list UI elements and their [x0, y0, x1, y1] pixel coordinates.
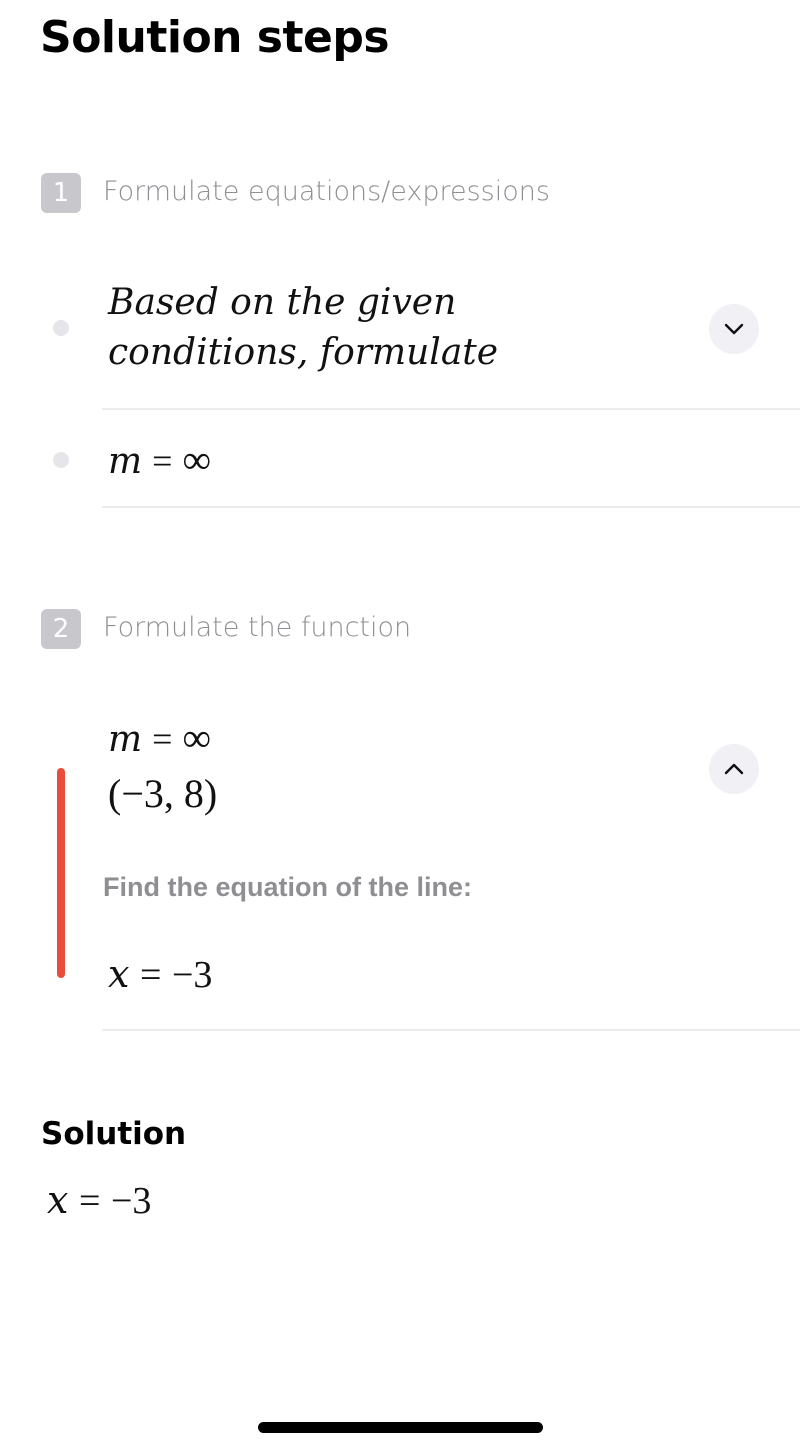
description-line-1: Based on the given: [108, 282, 457, 323]
chevron-up-icon: [724, 763, 744, 775]
collapse-button[interactable]: [709, 744, 759, 794]
expr-lhs: m: [108, 441, 143, 482]
step-title: Formulate equations/expressions: [103, 176, 550, 207]
active-step-indicator: [57, 768, 65, 978]
expr-lhs: x: [108, 952, 130, 996]
find-equation-label: Find the equation of the line:: [103, 872, 472, 902]
expr-op: =: [152, 719, 173, 759]
divider: [102, 408, 800, 410]
expr-op: =: [152, 441, 173, 481]
bullet-dot: [53, 320, 69, 336]
solution-heading: Solution: [41, 1116, 187, 1152]
math-expression: m = ∞: [108, 436, 211, 483]
description-line-2: conditions, formulate: [108, 332, 499, 373]
expr-rhs: −3: [111, 1180, 152, 1222]
divider: [102, 1029, 800, 1031]
expr-rhs: ∞: [182, 437, 211, 482]
home-indicator[interactable]: [258, 1422, 543, 1433]
expr-lhs: m: [108, 719, 143, 760]
step-description: Based on the given conditions, formulate: [108, 278, 498, 378]
step-title: Formulate the function: [103, 612, 412, 643]
expr-rhs: −3: [172, 954, 213, 996]
expr-op: =: [79, 1180, 101, 1222]
expr-op: =: [140, 954, 162, 996]
bullet-dot: [53, 452, 69, 468]
step-number-badge: 1: [41, 173, 81, 213]
step-number-badge: 2: [41, 609, 81, 649]
math-expression: x = −3: [108, 952, 212, 997]
point-coordinates: (−3, 8): [108, 771, 218, 816]
page-title: Solution steps: [40, 12, 390, 63]
math-expression: m = ∞: [108, 714, 211, 761]
solution-expression: x = −3: [47, 1178, 151, 1223]
chevron-down-icon: [724, 323, 744, 335]
expr-lhs: x: [47, 1178, 69, 1222]
divider: [102, 506, 800, 508]
expand-button[interactable]: [709, 304, 759, 354]
expr-rhs: ∞: [182, 715, 211, 760]
